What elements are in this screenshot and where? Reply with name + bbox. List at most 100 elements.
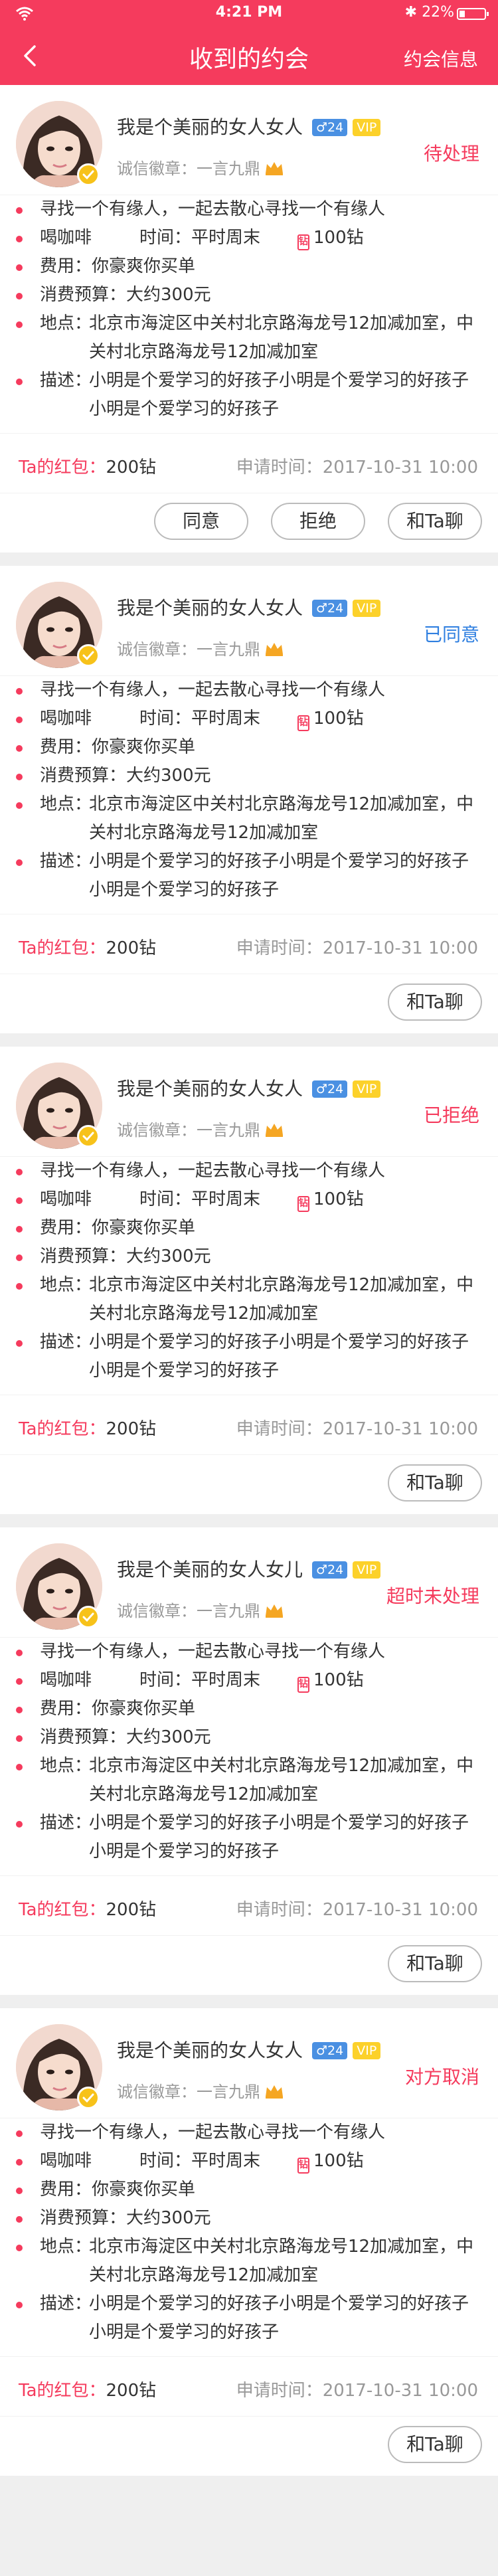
card-details: 寻找一个有缘人，一起去散心寻找一个有缘人 喝咖啡 时间：平时周末钻 100钻 费用：…	[0, 1156, 498, 1395]
red-packet: Ta的红包：200钻	[19, 458, 157, 477]
date-request-card: 我是个美丽的女人女人 ♂24 VIP 已同意 诚信徽章：一言九鼎 寻找一个有缘人，一…	[0, 566, 498, 1033]
diamond-cost: 钻 100钻	[297, 1185, 364, 1214]
user-name: 我是个美丽的女人女人 ♂24 VIP	[117, 113, 381, 139]
verified-badge-icon	[77, 1125, 100, 1148]
diamond-cost: 钻 100钻	[297, 224, 364, 252]
honor-label: 诚信徽章：一言九鼎	[117, 1602, 260, 1620]
status-badge: 对方取消	[404, 2066, 479, 2088]
user-name-text: 我是个美丽的女人女人	[117, 2039, 303, 2061]
diamond-icon: 钻	[297, 1196, 309, 1212]
apply-time: 申请时间：2017-10-31 10:00	[236, 1419, 478, 1439]
date-request-card: 我是个美丽的女人女儿 ♂24 VIP 超时未处理 诚信徽章：一言九鼎 寻找一个有缘人…	[0, 1527, 498, 1995]
card-header: 我是个美丽的女人女人 ♂24 VIP 对方取消 诚信徽章：一言九鼎	[0, 2008, 498, 2118]
detail-fee: 费用：你豪爽你买单	[0, 252, 498, 281]
detail-description: 描述： 小明是个爱学习的好孩子小明是个爱学习的好孩子小明是个爱学习的好孩子	[0, 1328, 498, 1385]
bluetooth-icon: ✱	[404, 4, 417, 21]
detail-fee: 费用：你豪爽你买单	[0, 2176, 498, 2204]
crown-icon	[266, 643, 283, 656]
user-name-text: 我是个美丽的女人女人	[117, 597, 303, 619]
user-name: 我是个美丽的女人女人 ♂24 VIP	[117, 1074, 381, 1101]
chat-button[interactable]: 和Ta聊	[388, 1464, 482, 1502]
date-request-card: 我是个美丽的女人女人 ♂24 VIP 待处理 诚信徽章：一言九鼎 寻找一个有缘人，一…	[0, 85, 498, 553]
diamond-cost: 钻 100钻	[297, 2147, 364, 2176]
refuse-button[interactable]: 拒绝	[271, 503, 365, 540]
battery-percent: 22%	[422, 4, 454, 21]
status-badge: 超时未处理	[386, 1585, 479, 1607]
gender-age-badge: ♂24	[312, 2042, 348, 2059]
detail-intro: 寻找一个有缘人，一起去散心寻找一个有缘人	[0, 1638, 498, 1666]
user-name-text: 我是个美丽的女人女人	[117, 1078, 303, 1100]
detail-intro: 寻找一个有缘人，一起去散心寻找一个有缘人	[0, 676, 498, 705]
detail-address: 地点： 北京市海淀区中关村北京路海龙号12加减加室，中关村北京路海龙号12加减加室	[0, 309, 498, 367]
date-request-list: 我是个美丽的女人女人 ♂24 VIP 待处理 诚信徽章：一言九鼎 寻找一个有缘人，一…	[0, 85, 498, 2489]
detail-address: 地点： 北京市海淀区中关村北京路海龙号12加减加室，中关村北京路海龙号12加减加室	[0, 790, 498, 847]
crown-icon	[266, 2085, 283, 2099]
status-bar: 4:21 PM ✱ 22%	[0, 0, 498, 27]
diamond-icon: 钻	[297, 2158, 309, 2174]
diamond-cost: 钻 100钻	[297, 705, 364, 733]
user-name-text: 我是个美丽的女人女儿	[117, 1559, 303, 1581]
card-meta: Ta的红包：200钻 申请时间：2017-10-31 10:00	[0, 2356, 498, 2416]
detail-address: 地点： 北京市海淀区中关村北京路海龙号12加减加室，中关村北京路海龙号12加减加室	[0, 2233, 498, 2290]
honor-label: 诚信徽章：一言九鼎	[117, 2083, 260, 2101]
honor-badge-text: 诚信徽章：一言九鼎	[117, 1117, 284, 1140]
crown-icon	[266, 162, 283, 175]
detail-intro: 寻找一个有缘人，一起去散心寻找一个有缘人	[0, 195, 498, 224]
red-packet: Ta的红包：200钻	[19, 938, 157, 958]
detail-intro: 寻找一个有缘人，一起去散心寻找一个有缘人	[0, 1157, 498, 1185]
apply-time: 申请时间：2017-10-31 10:00	[236, 458, 478, 477]
card-header: 我是个美丽的女人女人 ♂24 VIP 已同意 诚信徽章：一言九鼎	[0, 566, 498, 675]
detail-description: 描述： 小明是个爱学习的好孩子小明是个爱学习的好孩子小明是个爱学习的好孩子	[0, 847, 498, 904]
detail-activity: 喝咖啡 时间：平时周末钻 100钻	[0, 1185, 498, 1214]
detail-activity: 喝咖啡 时间：平时周末钻 100钻	[0, 705, 498, 733]
detail-activity: 喝咖啡 时间：平时周末钻 100钻	[0, 2147, 498, 2176]
red-packet: Ta的红包：200钻	[19, 2381, 157, 2401]
agree-button[interactable]: 同意	[154, 503, 248, 540]
chat-button[interactable]: 和Ta聊	[388, 1945, 482, 1982]
detail-address: 地点： 北京市海淀区中关村北京路海龙号12加减加室，中关村北京路海龙号12加减加室	[0, 1271, 498, 1328]
date-request-card: 我是个美丽的女人女人 ♂24 VIP 对方取消 诚信徽章：一言九鼎 寻找一个有缘人，…	[0, 2008, 498, 2476]
detail-fee: 费用：你豪爽你买单	[0, 733, 498, 762]
crown-icon	[266, 1604, 283, 1618]
card-details: 寻找一个有缘人，一起去散心寻找一个有缘人 喝咖啡 时间：平时周末钻 100钻 费用：…	[0, 2118, 498, 2356]
card-actions: 和Ta聊	[0, 974, 498, 1033]
card-actions: 和Ta聊	[0, 2416, 498, 2476]
card-header: 我是个美丽的女人女人 ♂24 VIP 已拒绝 诚信徽章：一言九鼎	[0, 1047, 498, 1156]
detail-activity: 喝咖啡 时间：平时周末钻 100钻	[0, 224, 498, 252]
detail-fee: 费用：你豪爽你买单	[0, 1214, 498, 1243]
nav-bar: 收到的约会 约会信息	[0, 27, 498, 85]
honor-label: 诚信徽章：一言九鼎	[117, 1121, 260, 1140]
diamond-icon: 钻	[297, 234, 309, 250]
honor-badge-text: 诚信徽章：一言九鼎	[117, 2079, 284, 2102]
card-meta: Ta的红包：200钻 申请时间：2017-10-31 10:00	[0, 1875, 498, 1935]
vip-badge: VIP	[353, 2042, 381, 2059]
battery-icon	[457, 8, 489, 20]
honor-label: 诚信徽章：一言九鼎	[117, 640, 260, 659]
card-meta: Ta的红包：200钻 申请时间：2017-10-31 10:00	[0, 433, 498, 493]
card-meta: Ta的红包：200钻 申请时间：2017-10-31 10:00	[0, 1395, 498, 1454]
user-name: 我是个美丽的女人女儿 ♂24 VIP	[117, 1555, 381, 1582]
honor-label: 诚信徽章：一言九鼎	[117, 159, 260, 178]
vip-badge: VIP	[353, 119, 381, 136]
honor-badge-text: 诚信徽章：一言九鼎	[117, 155, 284, 179]
chat-button[interactable]: 和Ta聊	[388, 984, 482, 1021]
chat-button[interactable]: 和Ta聊	[388, 2426, 482, 2463]
verified-badge-icon	[77, 2087, 100, 2109]
vip-badge: VIP	[353, 600, 381, 617]
verified-badge-icon	[77, 644, 100, 667]
apply-time: 申请时间：2017-10-31 10:00	[236, 938, 478, 958]
chat-button[interactable]: 和Ta聊	[388, 503, 482, 540]
card-details: 寻找一个有缘人，一起去散心寻找一个有缘人 喝咖啡 时间：平时周末钻 100钻 费用：…	[0, 675, 498, 914]
gender-age-badge: ♂24	[312, 1561, 348, 1579]
date-info-link[interactable]: 约会信息	[404, 45, 478, 72]
detail-description: 描述： 小明是个爱学习的好孩子小明是个爱学习的好孩子小明是个爱学习的好孩子	[0, 1809, 498, 1866]
apply-time: 申请时间：2017-10-31 10:00	[236, 2381, 478, 2401]
card-details: 寻找一个有缘人，一起去散心寻找一个有缘人 喝咖啡 时间：平时周末钻 100钻 费用：…	[0, 1637, 498, 1875]
vip-badge: VIP	[353, 1561, 381, 1579]
detail-intro: 寻找一个有缘人，一起去散心寻找一个有缘人	[0, 2118, 498, 2147]
diamond-icon: 钻	[297, 1677, 309, 1693]
detail-budget: 消费预算：大约300元	[0, 762, 498, 790]
crown-icon	[266, 1124, 283, 1137]
detail-activity: 喝咖啡 时间：平时周末钻 100钻	[0, 1666, 498, 1695]
status-badge: 待处理	[423, 143, 479, 165]
